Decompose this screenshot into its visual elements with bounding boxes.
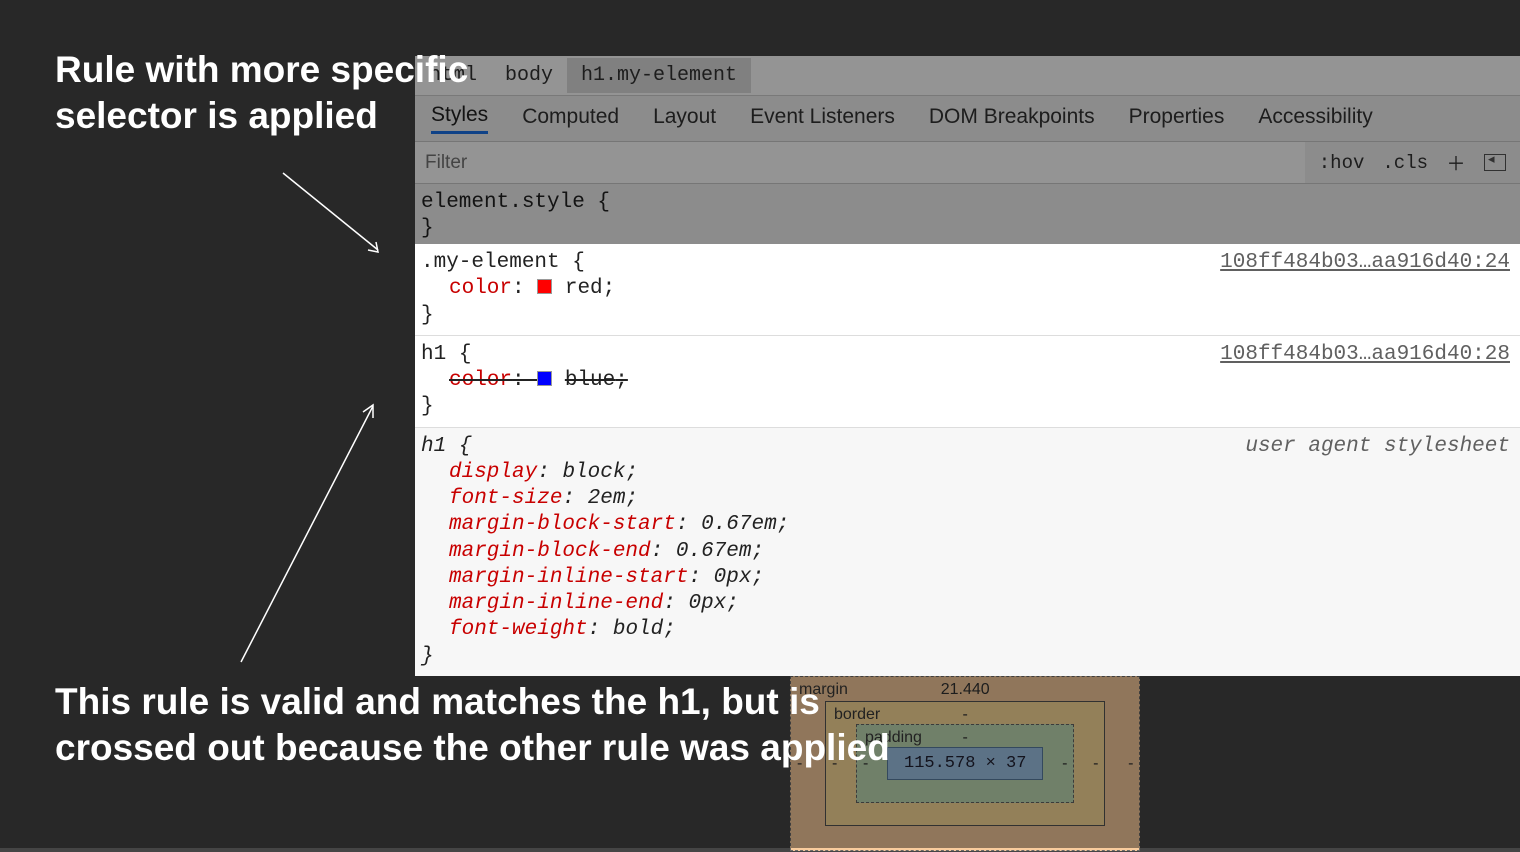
bm-label-margin: margin — [799, 681, 848, 699]
filter-input[interactable] — [415, 142, 1305, 183]
box-model-padding[interactable]: padding - - - 115.578 × 37 — [856, 724, 1074, 803]
breadcrumb-body[interactable]: body — [491, 58, 567, 93]
tab-event-listeners[interactable]: Event Listeners — [750, 105, 895, 133]
bm-border-top: - — [963, 706, 968, 724]
bm-label-border: border — [834, 706, 880, 724]
tab-computed[interactable]: Computed — [522, 105, 619, 133]
bm-padding-top: - — [963, 729, 968, 747]
cls-toggle[interactable]: .cls — [1382, 152, 1428, 174]
rule-source-link[interactable]: 108ff484b03…aa916d40:28 — [1220, 342, 1510, 368]
filter-row: :hov .cls ＋ — [415, 142, 1520, 184]
new-style-rule-icon[interactable]: ＋ — [1446, 153, 1466, 173]
bm-label-padding: padding — [865, 729, 922, 747]
highlighted-rules: 108ff484b03…aa916d40:24 .my-element { co… — [415, 244, 1520, 676]
tab-properties[interactable]: Properties — [1129, 105, 1225, 133]
breadcrumb-current[interactable]: h1.my-element — [567, 58, 751, 93]
bm-padding-right: - — [1062, 755, 1067, 773]
box-model-diagram: margin 21.440 border - padding - - - 115… — [790, 676, 1140, 851]
rule-source-ua: user agent stylesheet — [1245, 434, 1510, 460]
bm-border-right: - — [1093, 755, 1098, 773]
annotation-specific-selector: Rule with more specific selector is appl… — [55, 47, 468, 140]
breadcrumb-html[interactable]: html — [415, 58, 491, 93]
hov-toggle[interactable]: :hov — [1319, 152, 1365, 174]
box-model-content[interactable]: 115.578 × 37 — [887, 747, 1043, 780]
bm-border-left: - — [832, 755, 837, 773]
tab-accessibility[interactable]: Accessibility — [1258, 105, 1372, 133]
rule-user-agent[interactable]: user agent stylesheet h1 { display: bloc… — [415, 428, 1520, 676]
box-model-margin[interactable]: margin 21.440 border - padding - - - 115… — [790, 676, 1140, 851]
box-model-border[interactable]: border - padding - - - 115.578 × 37 - - — [825, 701, 1105, 826]
bm-margin-left: - — [797, 755, 802, 773]
breadcrumbs: html body h1.my-element — [415, 56, 1520, 96]
rule-source-link[interactable]: 108ff484b03…aa916d40:24 — [1220, 250, 1510, 276]
color-swatch-blue[interactable] — [537, 371, 552, 386]
annotation-overridden-rule: This rule is valid and matches the h1, b… — [55, 679, 890, 772]
bm-margin-top: 21.440 — [941, 681, 990, 699]
toggle-panel-icon[interactable] — [1484, 154, 1506, 171]
tab-dom-breakpoints[interactable]: DOM Breakpoints — [929, 105, 1095, 133]
bm-padding-left: - — [863, 755, 868, 773]
tab-layout[interactable]: Layout — [653, 105, 716, 133]
devtools-tabs: Styles Computed Layout Event Listeners D… — [415, 96, 1520, 142]
filter-tools: :hov .cls ＋ — [1305, 152, 1520, 174]
rule-element-style[interactable]: element.style { } — [415, 184, 1520, 250]
rule-h1-overridden[interactable]: 108ff484b03…aa916d40:28 h1 { color: blue… — [415, 336, 1520, 428]
tab-styles[interactable]: Styles — [431, 103, 488, 134]
bm-margin-right: - — [1128, 755, 1133, 773]
rule-my-element[interactable]: 108ff484b03…aa916d40:24 .my-element { co… — [415, 244, 1520, 336]
color-swatch-red[interactable] — [537, 279, 552, 294]
